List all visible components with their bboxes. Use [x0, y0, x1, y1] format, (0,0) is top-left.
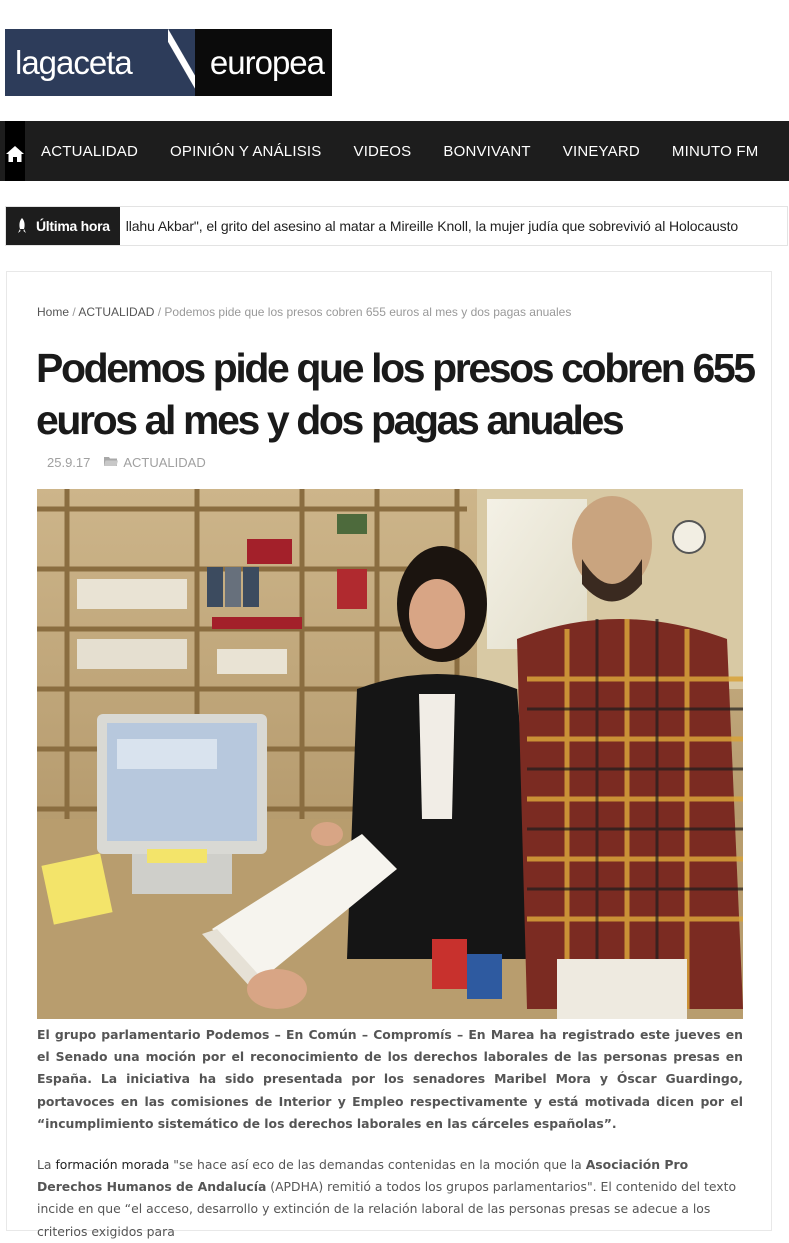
breadcrumb-section-link[interactable]: ACTUALIDAD [78, 305, 154, 319]
home-icon [6, 145, 24, 162]
article-meta: 25.9.17 ACTUALIDAD [47, 455, 206, 470]
nav-home-button[interactable] [5, 121, 25, 181]
breadcrumb-home-link[interactable]: Home [37, 305, 69, 319]
logo-left-part: lagaceta [5, 29, 195, 96]
nav-item-bonvivant[interactable]: BONVIVANT [427, 143, 546, 160]
folder-icon [104, 455, 119, 470]
article-category-link[interactable]: ACTUALIDAD [123, 455, 205, 470]
main-nav: ACTUALIDAD OPINIÓN Y ANÁLISIS VIDEOS BON… [0, 121, 789, 181]
body-text-start: La [37, 1157, 56, 1172]
breadcrumb-separator: / [69, 305, 79, 319]
site-logo[interactable]: lagaceta europea [5, 29, 332, 96]
nav-item-videos[interactable]: VIDEOS [337, 143, 427, 160]
article-date: 25.9.17 [47, 455, 91, 470]
nav-item-opinion[interactable]: OPINIÓN Y ANÁLISIS [154, 143, 337, 160]
logo-right-part: europea [195, 29, 332, 96]
formacion-morada-link[interactable]: formación morada [55, 1157, 169, 1172]
logo-text-left: lagaceta [15, 43, 133, 81]
breadcrumb-current: Podemos pide que los presos cobren 655 e… [164, 305, 572, 319]
logo-slash [168, 29, 198, 96]
nav-item-truncated[interactable]: Y [774, 143, 789, 160]
body-text-middle: "se hace así eco de las demandas conteni… [169, 1157, 586, 1172]
article-lead: El grupo parlamentario Podemos – En Comú… [37, 1027, 743, 1131]
breadcrumb: Home / ACTUALIDAD / Podemos pide que los… [37, 305, 571, 319]
article-photo [37, 489, 743, 1019]
article-title: Podemos pide que los presos cobren 655 e… [36, 345, 756, 443]
rocket-icon [18, 218, 26, 233]
ticker-label: Última hora [6, 207, 120, 245]
article-card: Home / ACTUALIDAD / Podemos pide que los… [6, 271, 772, 1239]
article-body-paragraph: La formación morada "se hace así eco de … [37, 1154, 743, 1243]
ticker-label-text: Última hora [36, 218, 110, 234]
logo-text-right: europea [209, 43, 325, 81]
nav-item-minuto-fm[interactable]: MINUTO FM [656, 143, 775, 160]
breadcrumb-separator: / [154, 305, 165, 319]
breaking-news-ticker: Última hora llahu Akbar", el grito del a… [5, 206, 788, 246]
ticker-headline-link[interactable]: llahu Akbar", el grito del asesino al ma… [120, 218, 738, 234]
nav-item-vineyard[interactable]: VINEYARD [547, 143, 656, 160]
article-photo-illustration [37, 489, 743, 1019]
nav-item-actualidad[interactable]: ACTUALIDAD [25, 143, 154, 160]
